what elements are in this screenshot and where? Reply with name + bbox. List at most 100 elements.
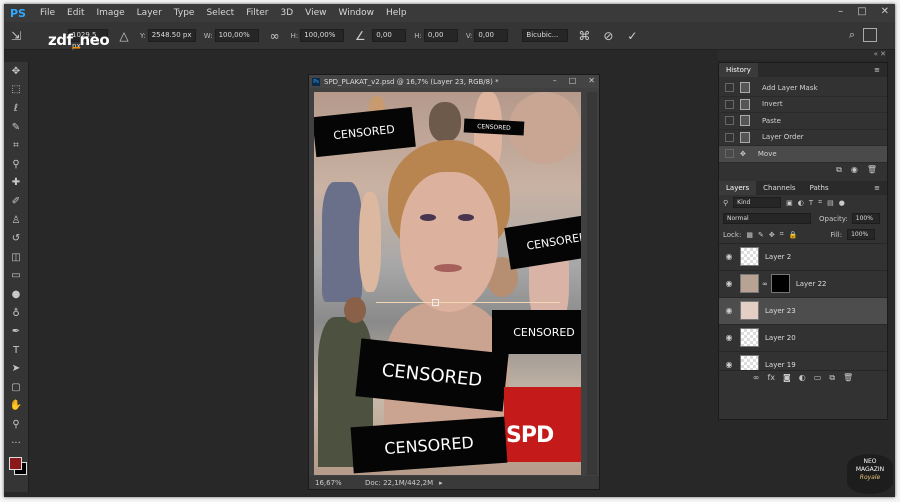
transform-handle[interactable]	[432, 299, 439, 306]
zoom-level[interactable]: 16,67%	[315, 479, 365, 487]
collapse-panels-icon[interactable]: « ✕	[874, 50, 886, 58]
filter-kind-select[interactable]: Kind	[733, 197, 782, 208]
workspace-icon[interactable]	[863, 28, 877, 42]
h-skew-field[interactable]: 0,00	[423, 29, 458, 42]
y-position-field[interactable]: 2548.50 px	[147, 29, 196, 42]
status-menu-arrow-icon[interactable]: ▸	[439, 479, 443, 487]
new-document-from-state-icon[interactable]: ⧉	[836, 165, 842, 175]
lasso-tool-icon[interactable]: ℓ	[4, 99, 28, 118]
quick-select-tool-icon[interactable]: ✎	[4, 118, 28, 137]
commit-transform-icon[interactable]: ✓	[625, 29, 639, 43]
new-group-icon[interactable]: ▭	[814, 373, 822, 382]
camera-icon[interactable]: ◉	[851, 165, 858, 174]
history-source-checkbox[interactable]	[725, 83, 734, 93]
opacity-field[interactable]: 100%	[851, 213, 880, 224]
adjustment-layer-icon[interactable]: ◐	[799, 373, 806, 382]
history-item[interactable]: Add Layer Mask	[719, 80, 887, 97]
warp-icon[interactable]: ⌘	[577, 29, 591, 43]
blend-mode-select[interactable]: Normal	[723, 213, 811, 224]
tab-channels[interactable]: Channels	[756, 181, 802, 195]
menu-image[interactable]: Image	[90, 8, 130, 18]
visibility-eye-icon[interactable]: ◉	[723, 333, 735, 342]
document-canvas[interactable]: CENSORED CENSORED CENSORED CENSORED CENS…	[314, 92, 581, 475]
history-source-checkbox[interactable]	[725, 99, 734, 109]
history-item[interactable]: Layer Order	[719, 130, 887, 146]
menu-3d[interactable]: 3D	[275, 8, 300, 18]
dodge-tool-icon[interactable]: ♁	[4, 304, 28, 323]
crop-tool-icon[interactable]: ⌗	[4, 136, 28, 155]
filter-adjustment-icon[interactable]: ◐	[798, 199, 804, 207]
stamp-tool-icon[interactable]: ♙	[4, 211, 28, 230]
document-vertical-scrollbar[interactable]	[587, 92, 597, 475]
transform-bounding-box[interactable]	[376, 302, 560, 303]
history-source-checkbox[interactable]	[725, 116, 734, 126]
link-icon[interactable]: ∞	[268, 29, 282, 43]
history-source-checkbox[interactable]	[725, 132, 734, 142]
marquee-tool-icon[interactable]: ⬚	[4, 81, 28, 100]
zoom-tool-icon[interactable]: ⚲	[4, 415, 28, 434]
hand-tool-icon[interactable]: ✋	[4, 397, 28, 416]
menu-type[interactable]: Type	[168, 8, 201, 18]
blur-tool-icon[interactable]: ●	[4, 285, 28, 304]
panel-collapse-bar[interactable]: « ✕	[718, 50, 886, 60]
history-item[interactable]: Paste	[719, 113, 887, 130]
type-tool-icon[interactable]: T	[4, 341, 28, 360]
filter-shape-icon[interactable]: ⌗	[818, 198, 822, 207]
menu-help[interactable]: Help	[380, 8, 413, 18]
healing-tool-icon[interactable]: ✚	[4, 174, 28, 193]
menu-select[interactable]: Select	[200, 8, 240, 18]
tab-history[interactable]: History	[719, 63, 758, 77]
maximize-icon[interactable]: □	[857, 6, 866, 17]
close-icon[interactable]: ✕	[881, 6, 889, 17]
doc-minimize-icon[interactable]: –	[553, 76, 557, 85]
width-field[interactable]: 100,00%	[214, 29, 259, 42]
menu-window[interactable]: Window	[333, 8, 381, 18]
doc-close-icon[interactable]: ✕	[588, 76, 595, 85]
visibility-eye-icon[interactable]: ◉	[723, 279, 735, 288]
trash-icon[interactable]: 🗑	[867, 165, 877, 174]
filter-type-icon[interactable]: T	[809, 199, 813, 207]
layers-panel-menu-icon[interactable]: ≡	[867, 181, 887, 195]
move-tool-preset-icon[interactable]: ⇲	[9, 29, 23, 43]
height-field[interactable]: 100,00%	[300, 29, 345, 42]
history-item[interactable]: ✥ Move	[719, 146, 887, 163]
more-tools-icon[interactable]: ···	[4, 434, 28, 453]
lock-all-icon[interactable]: 🔒	[789, 231, 798, 239]
history-item[interactable]: Invert	[719, 97, 887, 113]
filter-toggle-icon[interactable]: ●	[839, 199, 845, 207]
doc-maximize-icon[interactable]: □	[569, 76, 577, 85]
cancel-transform-icon[interactable]: ⊘	[601, 29, 615, 43]
mask-link-icon[interactable]: ∞	[762, 280, 768, 288]
v-skew-field[interactable]: 0,00	[474, 29, 509, 42]
menu-view[interactable]: View	[299, 8, 332, 18]
fill-field[interactable]: 100%	[847, 229, 876, 240]
lock-pixels-icon[interactable]: ✎	[758, 231, 764, 239]
tab-layers[interactable]: Layers	[719, 180, 757, 195]
panel-menu-icon[interactable]: ≡	[867, 63, 887, 77]
menu-layer[interactable]: Layer	[131, 8, 168, 18]
search-icon[interactable]: ⌕	[849, 28, 855, 42]
menu-filter[interactable]: Filter	[240, 8, 274, 18]
layer-row[interactable]: ◉ ∞ Layer 22	[719, 271, 887, 298]
delete-layer-icon[interactable]: 🗑	[843, 373, 853, 382]
pen-tool-icon[interactable]: ✒	[4, 322, 28, 341]
filter-smart-object-icon[interactable]: ▤	[827, 199, 834, 207]
interpolation-select[interactable]: Bicubic...	[522, 29, 569, 42]
layer-row[interactable]: ◉ Layer 19	[719, 352, 887, 370]
brush-tool-icon[interactable]: ✐	[4, 192, 28, 211]
tab-paths[interactable]: Paths	[803, 181, 836, 195]
history-source-checkbox[interactable]	[725, 149, 734, 159]
visibility-eye-icon[interactable]: ◉	[723, 306, 735, 315]
eraser-tool-icon[interactable]: ◫	[4, 248, 28, 267]
foreground-color-swatch[interactable]	[9, 457, 22, 470]
lock-position-icon[interactable]: ✥	[769, 231, 775, 239]
eyedropper-tool-icon[interactable]: ⚲	[4, 155, 28, 174]
lock-artboard-icon[interactable]: ⌗	[780, 230, 784, 239]
visibility-eye-icon[interactable]: ◉	[723, 252, 735, 261]
menu-file[interactable]: File	[34, 8, 61, 18]
path-select-tool-icon[interactable]: ➤	[4, 360, 28, 379]
layer-row[interactable]: ◉ Layer 23	[719, 297, 887, 325]
filter-pixel-icon[interactable]: ▣	[786, 199, 793, 207]
angle-field[interactable]: 0,00	[372, 29, 407, 42]
fx-icon[interactable]: fx	[767, 373, 775, 382]
